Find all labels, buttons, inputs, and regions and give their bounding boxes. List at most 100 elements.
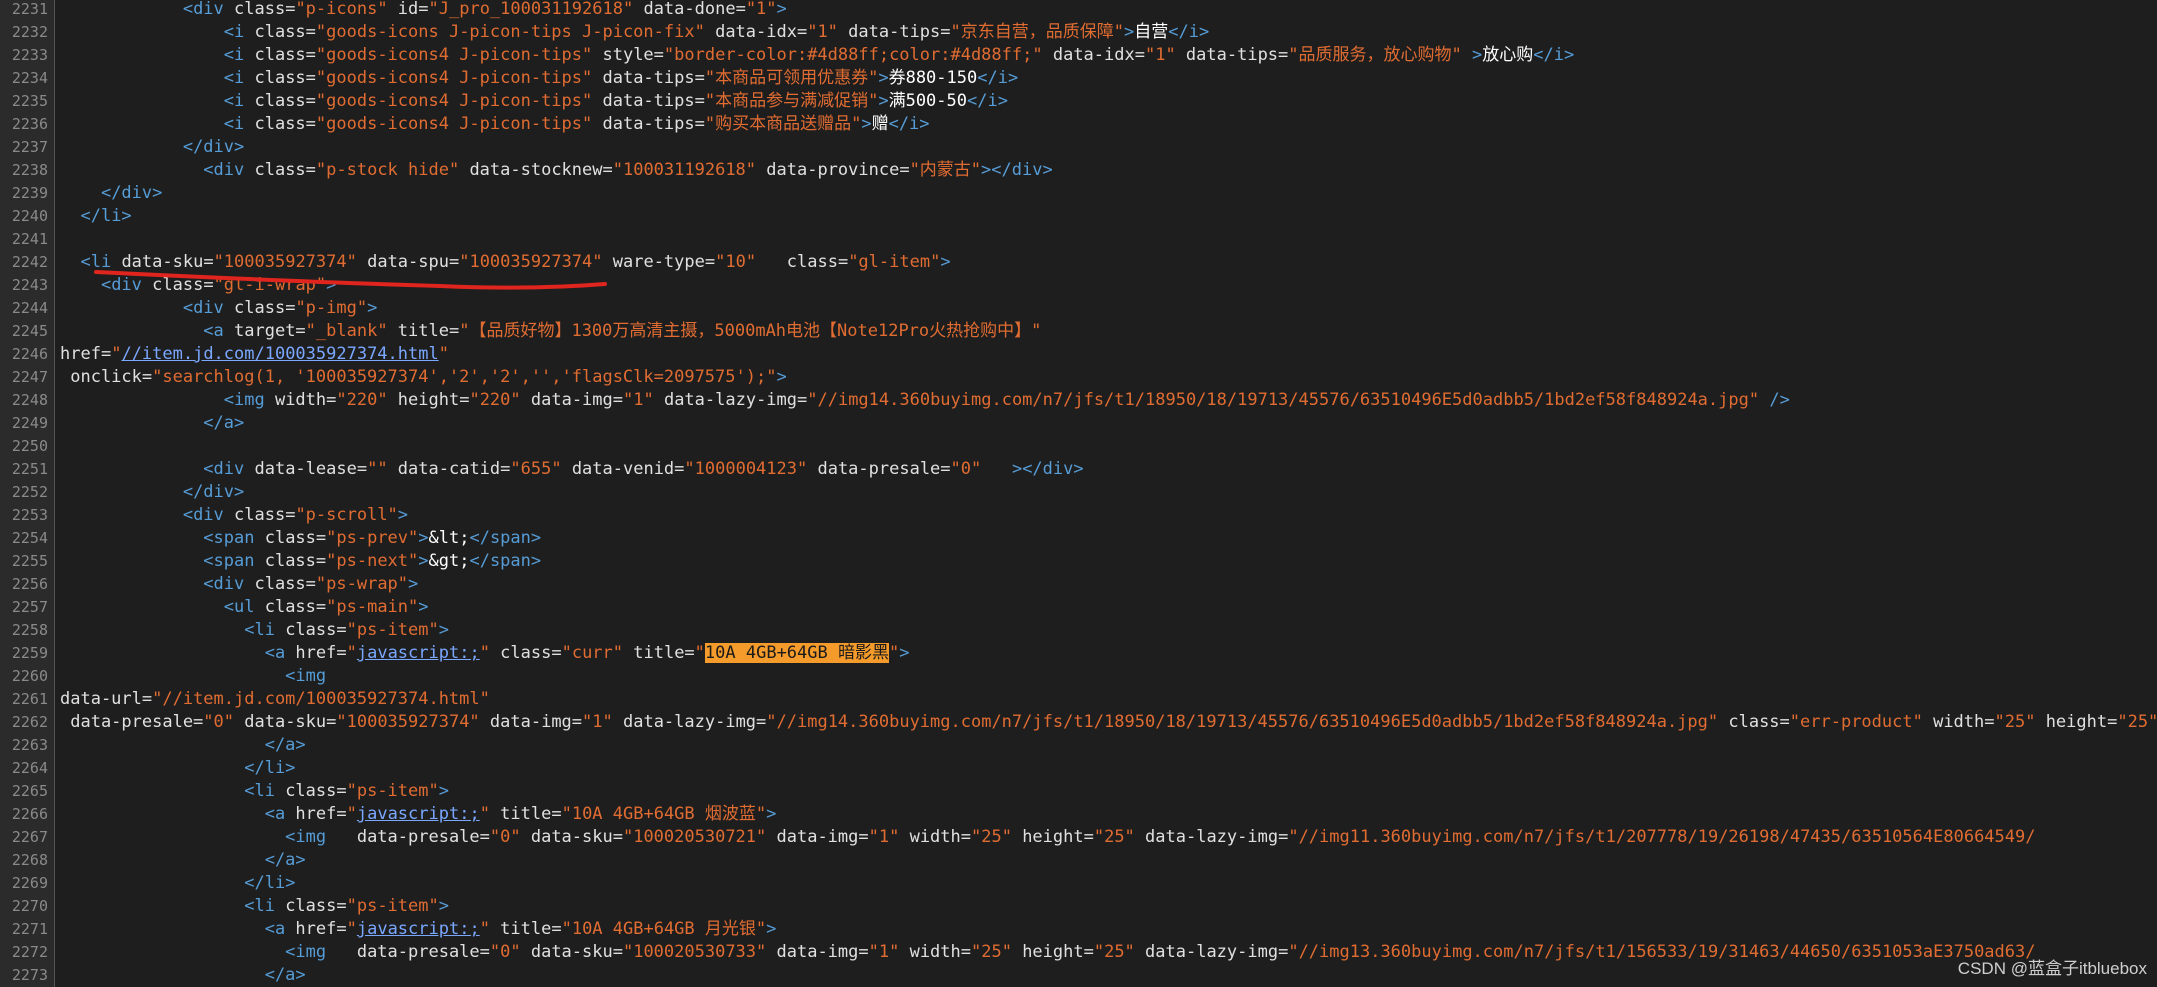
code-content[interactable]: <i class="goods-icons4 J-picon-tips" dat… <box>60 67 1018 90</box>
code-content[interactable]: <img data-presale="0" data-sku="10002053… <box>60 826 2035 849</box>
code-content[interactable]: <img width="220" height="220" data-img="… <box>60 389 1790 412</box>
code-line[interactable]: 2252 </div> <box>0 481 2157 504</box>
code-line[interactable]: 2249 </a> <box>0 412 2157 435</box>
code-content[interactable]: <a href="javascript:;" class="curr" titl… <box>60 642 909 665</box>
code-line[interactable]: 2234 <i class="goods-icons4 J-picon-tips… <box>0 67 2157 90</box>
code-content[interactable]: <div class="p-icons" id="J_pro_100031192… <box>60 0 787 21</box>
code-attr-token: data-done= <box>633 0 746 19</box>
code-content[interactable]: <div data-lease="" data-catid="655" data… <box>60 458 1083 481</box>
code-attr-token: data-spu= <box>356 252 460 272</box>
code-line[interactable]: 2267 <img data-presale="0" data-sku="100… <box>0 826 2157 849</box>
code-line[interactable]: 2237 </div> <box>0 136 2157 159</box>
code-attr-token: data-presale= <box>807 459 951 479</box>
code-content[interactable]: <li class="ps-item"> <box>60 895 449 918</box>
code-content[interactable]: <ul class="ps-main"> <box>60 596 429 619</box>
code-line[interactable]: 2232 <i class="goods-icons J-picon-tips … <box>0 21 2157 44</box>
code-line[interactable]: 2239 </div> <box>0 182 2157 205</box>
code-content[interactable]: </div> <box>60 136 244 159</box>
code-line[interactable]: 2246 href="//item.jd.com/100035927374.htm… <box>0 343 2157 366</box>
code-content[interactable]: </li> <box>60 872 295 895</box>
code-content[interactable]: data-url="//item.jd.com/100035927374.htm… <box>60 688 490 711</box>
code-line[interactable]: 2243 <div class="gl-i-wrap"> <box>0 274 2157 297</box>
code-content[interactable]: <i class="goods-icons4 J-picon-tips" dat… <box>60 90 1008 113</box>
code-content[interactable]: <i class="goods-icons J-picon-tips J-pic… <box>60 21 1209 44</box>
code-content[interactable]: <li data-sku="100035927374" data-spu="10… <box>60 251 950 274</box>
code-line[interactable]: 2247 onclick="searchlog(1, '100035927374… <box>0 366 2157 389</box>
code-content[interactable]: </div> <box>60 481 244 504</box>
code-content[interactable]: </a> <box>60 964 306 987</box>
code-line[interactable]: 2233 <i class="goods-icons4 J-picon-tips… <box>0 44 2157 67</box>
code-line[interactable]: 2257 <ul class="ps-main"> <box>0 596 2157 619</box>
code-tag-token: > <box>418 528 429 548</box>
code-line[interactable]: 2231 <div class="p-icons" id="J_pro_1000… <box>0 0 2157 21</box>
code-line[interactable]: 2260 <img <box>0 665 2157 688</box>
code-line[interactable]: 2259 <a href="javascript:;" class="curr"… <box>0 642 2157 665</box>
code-line[interactable]: 2251 <div data-lease="" data-catid="655"… <box>0 458 2157 481</box>
code-content[interactable]: <div class="p-stock hide" data-stocknew=… <box>60 159 1052 182</box>
code-line[interactable]: 2256 <div class="ps-wrap"> <box>0 573 2157 596</box>
code-line[interactable]: 2241 <box>0 228 2157 251</box>
code-link-token[interactable]: javascript:; <box>357 919 480 939</box>
code-content[interactable]: href="//item.jd.com/100035927374.html" <box>60 343 449 366</box>
code-content[interactable]: <a href="javascript:;" title="10A 4GB+64… <box>60 918 777 941</box>
code-link-token[interactable]: javascript:; <box>357 804 480 824</box>
code-line[interactable]: 2261 data-url="//item.jd.com/100035927374… <box>0 688 2157 711</box>
code-line[interactable]: 2272 <img data-presale="0" data-sku="100… <box>0 941 2157 964</box>
code-content[interactable]: <i class="goods-icons4 J-picon-tips" sty… <box>60 44 1574 67</box>
code-line[interactable]: 2235 <i class="goods-icons4 J-picon-tips… <box>0 90 2157 113</box>
code-line[interactable]: 2258 <li class="ps-item"> <box>0 619 2157 642</box>
code-line[interactable]: 2250 <box>0 435 2157 458</box>
code-editor[interactable]: 2231 <div class="p-icons" id="J_pro_1000… <box>0 0 2157 987</box>
code-content[interactable]: data-presale="0" data-sku="100035927374"… <box>60 711 2157 734</box>
code-content[interactable]: </div> <box>60 182 162 205</box>
code-line[interactable]: 2254 <span class="ps-prev">&lt;</span> <box>0 527 2157 550</box>
code-line[interactable]: 2236 <i class="goods-icons4 J-picon-tips… <box>0 113 2157 136</box>
code-tag-token: <div <box>182 298 224 318</box>
code-line[interactable]: 2263 </a> <box>0 734 2157 757</box>
code-content[interactable]: <div class="p-scroll"> <box>60 504 408 527</box>
code-content[interactable]: </a> <box>60 412 244 435</box>
code-content[interactable]: <li class="ps-item"> <box>60 619 449 642</box>
code-line[interactable]: 2270 <li class="ps-item"> <box>0 895 2157 918</box>
code-content[interactable]: </li> <box>60 205 131 228</box>
code-string-token: "100020530733" <box>622 942 767 962</box>
code-content[interactable]: </a> <box>60 734 306 757</box>
code-link-token[interactable]: //item.jd.com/100035927374.html <box>121 344 438 364</box>
code-content[interactable]: <a target="_blank" title="【品质好物】1300万高清主… <box>60 320 1041 343</box>
code-line[interactable]: 2248 <img width="220" height="220" data-… <box>0 389 2157 412</box>
code-lines[interactable]: 2231 <div class="p-icons" id="J_pro_1000… <box>0 0 2157 987</box>
code-line[interactable]: 2242 <li data-sku="100035927374" data-sp… <box>0 251 2157 274</box>
code-content[interactable]: <span class="ps-next">&gt;</span> <box>60 550 541 573</box>
code-line[interactable]: 2269 </li> <box>0 872 2157 895</box>
code-line[interactable]: 2273 </a> <box>0 964 2157 987</box>
code-content[interactable]: <div class="ps-wrap"> <box>60 573 418 596</box>
code-line[interactable]: 2264 </li> <box>0 757 2157 780</box>
code-content[interactable]: <a href="javascript:;" title="10A 4GB+64… <box>60 803 777 826</box>
code-line[interactable]: 2265 <li class="ps-item"> <box>0 780 2157 803</box>
code-content[interactable]: </li> <box>60 757 295 780</box>
code-line[interactable]: 2253 <div class="p-scroll"> <box>0 504 2157 527</box>
code-line[interactable]: 2268 </a> <box>0 849 2157 872</box>
code-content[interactable]: <img <box>60 665 326 688</box>
code-line[interactable]: 2238 <div class="p-stock hide" data-stoc… <box>0 159 2157 182</box>
code-content[interactable]: onclick="searchlog(1, '100035927374','2'… <box>60 366 786 389</box>
code-line[interactable]: 2255 <span class="ps-next">&gt;</span> <box>0 550 2157 573</box>
code-content[interactable]: <i class="goods-icons4 J-picon-tips" dat… <box>60 113 930 136</box>
code-content[interactable]: </a> <box>60 849 306 872</box>
code-content[interactable]: <div class="gl-i-wrap"> <box>60 274 336 297</box>
code-content[interactable]: <li class="ps-item"> <box>60 780 449 803</box>
code-string-token: "border-color:#4d88ff;color:#4d88ff;" <box>663 45 1043 65</box>
code-line[interactable]: 2271 <a href="javascript:;" title="10A 4… <box>0 918 2157 941</box>
code-link-token[interactable]: javascript:; <box>357 643 480 663</box>
code-string-token: "本商品参与满减促销" <box>704 91 879 111</box>
code-attr-token: height= <box>1011 942 1094 962</box>
code-line[interactable]: 2245 <a target="_blank" title="【品质好物】130… <box>0 320 2157 343</box>
code-content[interactable]: <div class="p-img"> <box>60 297 378 320</box>
code-line[interactable]: 2240 </li> <box>0 205 2157 228</box>
code-content[interactable]: <span class="ps-prev">&lt;</span> <box>60 527 541 550</box>
code-line[interactable]: 2244 <div class="p-img"> <box>0 297 2157 320</box>
code-line[interactable]: 2262 data-presale="0" data-sku="10003592… <box>0 711 2157 734</box>
line-number: 2270 <box>11 897 48 915</box>
code-content[interactable]: <img data-presale="0" data-sku="10002053… <box>60 941 2035 964</box>
code-line[interactable]: 2266 <a href="javascript:;" title="10A 4… <box>0 803 2157 826</box>
